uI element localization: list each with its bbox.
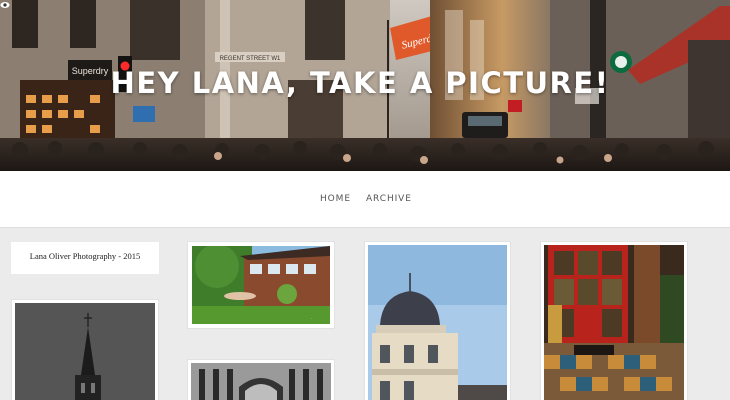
- dome-tower-photo: [368, 245, 507, 400]
- red-door-photo: [544, 245, 684, 400]
- street-sign-text: REGENT STREET W1: [220, 56, 281, 62]
- building-facade-photo: [191, 363, 331, 400]
- gallery-photo-red-door[interactable]: [541, 242, 687, 400]
- gallery-photo-dome[interactable]: [365, 242, 510, 400]
- nav-item-archive[interactable]: ARCHIVE: [366, 194, 412, 204]
- church-spire-photo: [15, 303, 155, 400]
- nav-item-home[interactable]: HOME: [320, 194, 351, 204]
- svg-text:·: ·: [311, 316, 312, 321]
- eye-icon[interactable]: [0, 0, 10, 10]
- header-hero-image: Superdry REGENT STREET W1 Superdry HEY L…: [0, 0, 730, 171]
- gallery-photo-facade[interactable]: [188, 360, 334, 400]
- gallery-photo-house[interactable]: ·: [188, 242, 334, 328]
- house-garden-photo: ·: [192, 246, 330, 324]
- sidebar-caption: Lana Oliver Photography - 2015: [29, 251, 141, 261]
- sidebar-caption-box: Lana Oliver Photography - 2015: [11, 242, 159, 274]
- main-nav: HOME ARCHIVE: [0, 171, 730, 228]
- site-title[interactable]: HEY LANA, TAKE A PICTURE!: [0, 66, 720, 100]
- gallery-photo-church[interactable]: [12, 300, 158, 400]
